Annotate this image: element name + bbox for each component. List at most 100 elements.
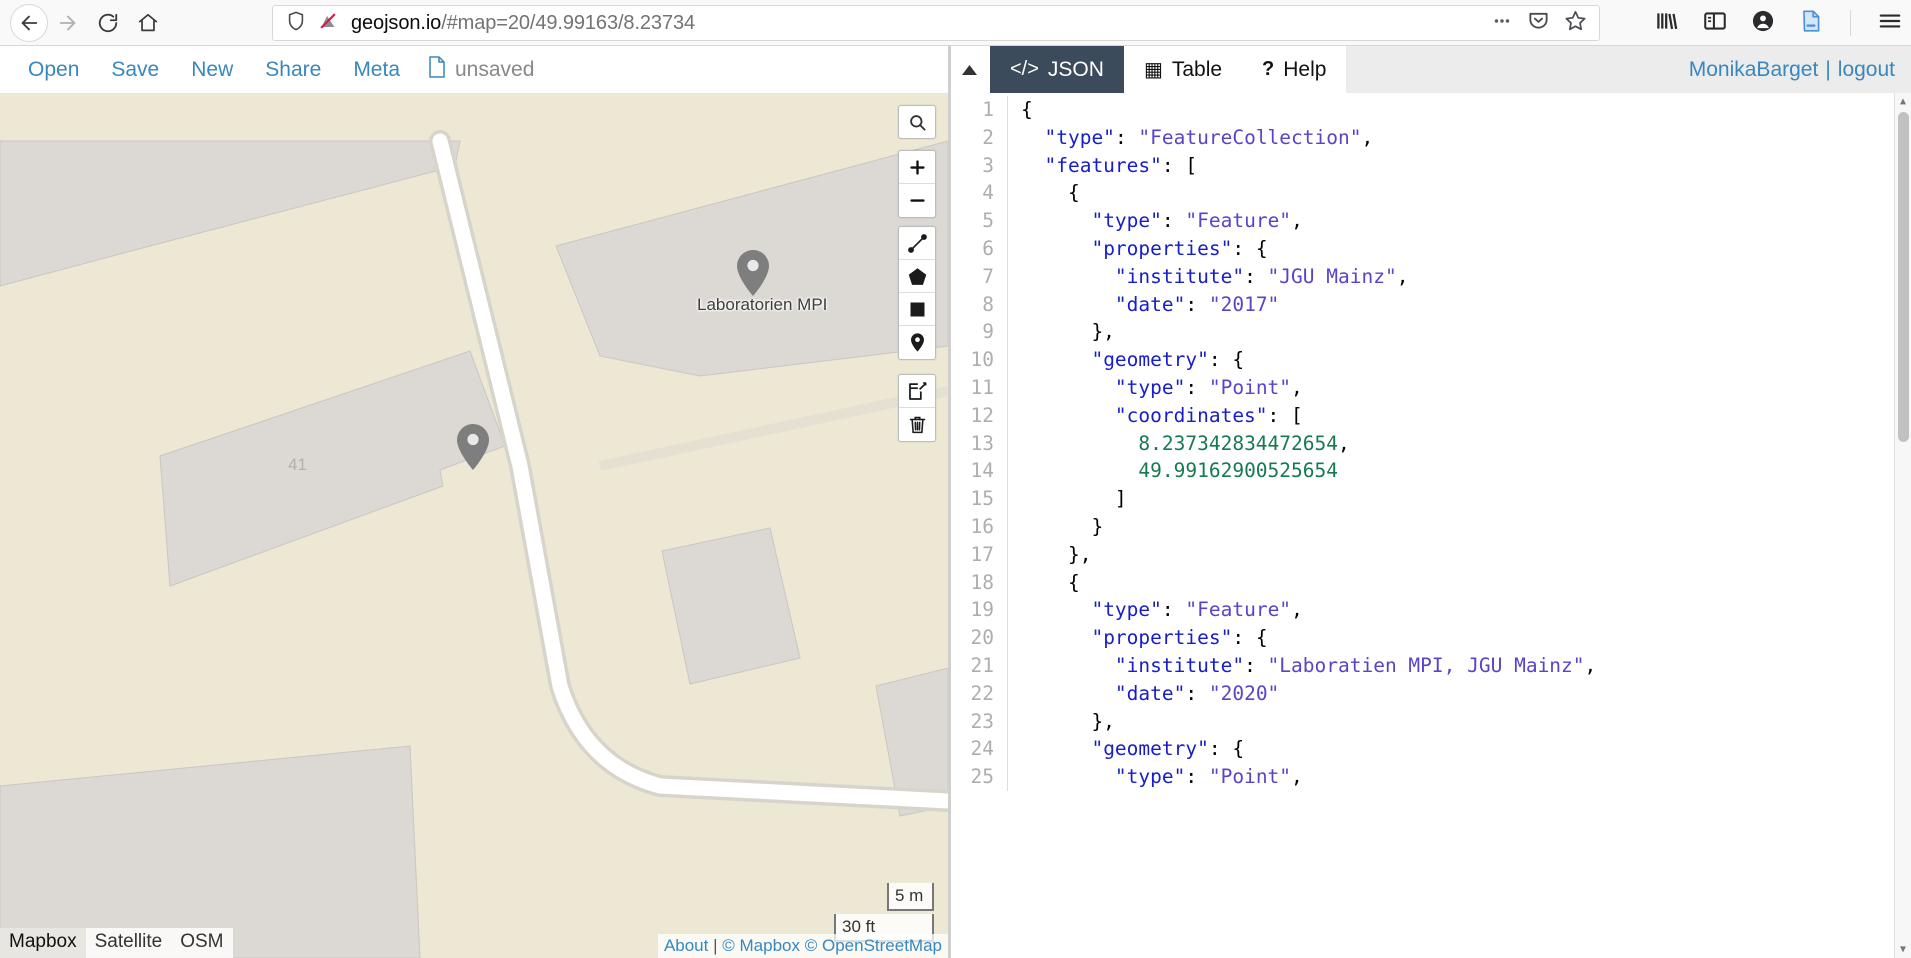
zoom-in-button[interactable] [899, 151, 935, 184]
chevron-up-icon[interactable] [948, 46, 990, 93]
polygon-icon[interactable] [899, 260, 935, 293]
account-icon[interactable] [1750, 8, 1776, 39]
reader-mode-icon[interactable] [1798, 8, 1824, 39]
scroll-down-arrow[interactable]: ▼ [1895, 941, 1911, 958]
basemap-osm[interactable]: OSM [171, 928, 233, 958]
code-line[interactable]: 19 "type": "Feature", [948, 596, 1911, 625]
map-search-control[interactable] [898, 105, 936, 139]
code-line[interactable]: 1{ [948, 96, 1911, 124]
code-line[interactable]: 21 "institute": "Laboratien MPI, JGU Mai… [948, 651, 1911, 680]
reload-button[interactable] [88, 3, 128, 43]
username-link[interactable]: MonikaBarget [1689, 58, 1819, 82]
code-line-text[interactable]: 8.237342834472654, [1008, 430, 1349, 458]
code-line-text[interactable]: }, [1008, 318, 1114, 346]
code-line-text[interactable]: "type": "Point", [1008, 374, 1303, 402]
code-line-text[interactable]: "features": [ [1008, 152, 1197, 180]
map-pane[interactable]: Laboratorien MPI 41 Open Save New Share … [0, 46, 948, 958]
code-line[interactable]: 5 "type": "Feature", [948, 207, 1911, 235]
code-line-text[interactable]: "date": "2017" [1008, 291, 1279, 319]
code-line[interactable]: 25 "type": "Point", [948, 763, 1911, 791]
code-line-text[interactable]: "properties": { [1008, 235, 1267, 263]
code-line[interactable]: 3 "features": [ [948, 151, 1911, 180]
code-line-text[interactable]: { [1008, 179, 1080, 207]
code-line-text[interactable]: }, [1008, 708, 1114, 736]
ellipsis-icon[interactable] [1491, 10, 1513, 37]
code-line[interactable]: 16 } [948, 512, 1911, 541]
square-icon[interactable] [899, 293, 935, 326]
scroll-up-arrow[interactable]: ▲ [1895, 93, 1911, 110]
code-line-text[interactable]: }, [1008, 541, 1092, 569]
pocket-icon[interactable] [1527, 9, 1550, 37]
code-line[interactable]: 23 }, [948, 707, 1911, 736]
code-line-text[interactable]: "date": "2020" [1008, 680, 1279, 708]
library-icon[interactable] [1654, 8, 1680, 39]
code-line[interactable]: 9 }, [948, 318, 1911, 347]
share-button[interactable]: Share [249, 58, 337, 82]
code-line[interactable]: 11 "type": "Point", [948, 373, 1911, 402]
code-line[interactable]: 14 49.99162900525654 [948, 457, 1911, 486]
editor-scrollbar[interactable]: ▲ ▼ [1894, 93, 1911, 958]
code-line[interactable]: 4 { [948, 179, 1911, 208]
osm-attribution[interactable]: © OpenStreetMap [805, 936, 942, 955]
code-line[interactable]: 10 "geometry": { [948, 346, 1911, 374]
zoom-out-button[interactable] [899, 184, 935, 217]
code-line[interactable]: 15 ] [948, 485, 1911, 513]
map-zoom-control[interactable] [898, 150, 936, 218]
about-link[interactable]: About [664, 936, 708, 955]
tab-table[interactable]: ▦ Table [1124, 46, 1242, 93]
save-button[interactable]: Save [95, 58, 175, 82]
code-line[interactable]: 12 "coordinates": [ [948, 401, 1911, 430]
code-line-text[interactable]: "institute": "Laboratien MPI, JGU Mainz"… [1008, 652, 1596, 680]
open-button[interactable]: Open [12, 58, 95, 82]
meta-button[interactable]: Meta [337, 58, 416, 82]
map-canvas[interactable] [0, 46, 948, 958]
marker-jgu-mainz[interactable] [453, 422, 493, 479]
code-line-text[interactable]: } [1008, 513, 1103, 541]
search-icon[interactable] [899, 106, 935, 138]
code-line-text[interactable]: { [1008, 569, 1080, 597]
code-line-text[interactable]: "geometry": { [1008, 735, 1244, 763]
code-line[interactable]: 8 "date": "2017" [948, 290, 1911, 319]
tab-json[interactable]: </> JSON [990, 46, 1124, 93]
logout-link[interactable]: logout [1838, 58, 1895, 82]
address-bar[interactable]: geojson.io/#map=20/49.99163/8.23734 [272, 5, 1600, 41]
pane-resize-handle[interactable] [948, 46, 951, 958]
code-line-text[interactable]: ] [1008, 485, 1127, 513]
shield-icon[interactable] [285, 10, 307, 37]
code-line-text[interactable]: "type": "FeatureCollection", [1008, 124, 1373, 152]
trash-icon[interactable] [899, 408, 935, 441]
basemap-satellite[interactable]: Satellite [85, 928, 172, 958]
edit-square-icon[interactable] [899, 375, 935, 408]
code-line-text[interactable]: "properties": { [1008, 624, 1267, 652]
code-line-text[interactable]: "coordinates": [ [1008, 402, 1303, 430]
code-line[interactable]: 18 { [948, 568, 1911, 597]
code-line[interactable]: 22 "date": "2020" [948, 679, 1911, 708]
back-button[interactable] [10, 3, 48, 42]
json-editor[interactable]: 1{2 "type": "FeatureCollection", 3 "featu… [948, 93, 1911, 958]
mapbox-attribution[interactable]: © Mapbox [722, 936, 800, 955]
forward-button[interactable] [48, 3, 88, 43]
new-button[interactable]: New [175, 58, 249, 82]
code-line-text[interactable]: "type": "Point", [1008, 763, 1303, 791]
code-line-text[interactable]: { [1008, 96, 1033, 124]
tab-help[interactable]: ? Help [1242, 46, 1346, 93]
code-line[interactable]: 20 "properties": { [948, 624, 1911, 652]
map-pin-icon[interactable] [899, 326, 935, 359]
code-line[interactable]: 24 "geometry": { [948, 735, 1911, 764]
hamburger-menu-icon[interactable] [1877, 8, 1903, 39]
home-button[interactable] [128, 3, 168, 43]
basemap-mapbox[interactable]: Mapbox [0, 928, 86, 958]
code-line[interactable]: 2 "type": "FeatureCollection", [948, 123, 1911, 152]
code-line-text[interactable]: "type": "Feature", [1008, 596, 1302, 624]
trackers-blocked-icon[interactable] [317, 10, 339, 37]
map-edit-control[interactable] [898, 374, 936, 442]
star-icon[interactable] [1564, 9, 1587, 37]
code-line-text[interactable]: 49.99162900525654 [1008, 457, 1338, 485]
scrollbar-thumb[interactable] [1898, 112, 1909, 442]
code-line[interactable]: 6 "properties": { [948, 234, 1911, 263]
code-line-text[interactable]: "geometry": { [1008, 346, 1244, 374]
code-line-text[interactable]: "institute": "JGU Mainz", [1008, 263, 1409, 291]
basemap-switcher[interactable]: Mapbox Satellite OSM [0, 928, 233, 958]
code-rows[interactable]: 1{2 "type": "FeatureCollection", 3 "featu… [948, 93, 1911, 791]
code-line-text[interactable]: "type": "Feature", [1008, 207, 1302, 235]
